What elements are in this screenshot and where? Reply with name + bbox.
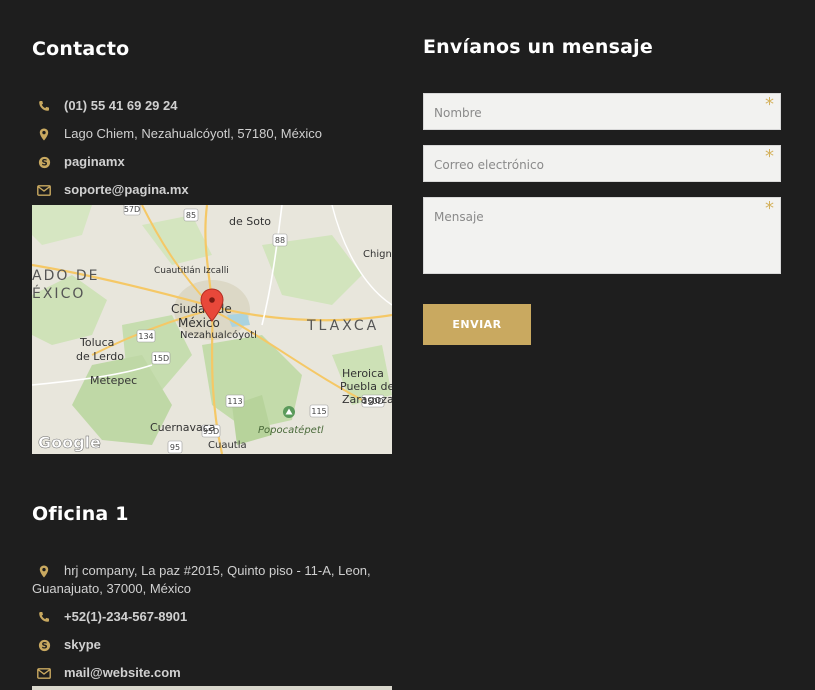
route-label: 15D bbox=[153, 354, 169, 363]
route-label: 113 bbox=[227, 397, 242, 406]
message-field[interactable]: Mensaje * bbox=[423, 197, 781, 274]
map-label-cuernavaca: Cuernavaca bbox=[150, 421, 216, 434]
office-phone[interactable]: +52(1)-234-567-8901 bbox=[64, 608, 187, 626]
contact-address: Lago Chiem, Nezahualcóyotl, 57180, Méxic… bbox=[64, 126, 322, 141]
message-placeholder: Mensaje bbox=[434, 210, 484, 224]
envelope-icon bbox=[36, 665, 52, 681]
map-label-cuautla: Cuautla bbox=[208, 440, 247, 451]
required-mark: * bbox=[765, 198, 774, 219]
office-address-row: hrj company, La paz #2015, Quinto piso -… bbox=[32, 562, 382, 598]
email-placeholder: Correo electrónico bbox=[434, 158, 544, 172]
map-label-ado: ADO DE bbox=[32, 268, 99, 284]
contact-skype[interactable]: paginamx bbox=[64, 153, 125, 171]
svg-text:S: S bbox=[41, 641, 47, 651]
office-email[interactable]: mail@website.com bbox=[64, 664, 181, 682]
route-label: 57D bbox=[124, 205, 140, 214]
map-label-puebla: Puebla de bbox=[340, 380, 392, 393]
map-marker-icon bbox=[36, 563, 52, 579]
route-label: 85 bbox=[186, 211, 196, 220]
required-mark: * bbox=[765, 94, 774, 115]
map-label-soto: de Soto bbox=[229, 215, 271, 228]
office-address: hrj company, La paz #2015, Quinto piso -… bbox=[32, 563, 371, 596]
name-placeholder: Nombre bbox=[434, 106, 482, 120]
volcano-icon bbox=[283, 406, 295, 418]
skype-icon: S bbox=[36, 637, 52, 653]
route-label: 95 bbox=[170, 443, 180, 452]
map-label-popocatepetl: Popocatépetl bbox=[258, 424, 324, 436]
contact-title: Contacto bbox=[32, 38, 130, 60]
map-label-zaragoza: Zaragoza bbox=[342, 393, 392, 406]
envelope-icon bbox=[36, 182, 52, 198]
name-field[interactable]: Nombre * bbox=[423, 93, 781, 130]
office-title: Oficina 1 bbox=[32, 503, 129, 525]
map-label-chign: Chign bbox=[363, 249, 392, 260]
map-label-metepec: Metepec bbox=[90, 374, 137, 387]
svg-text:S: S bbox=[41, 158, 47, 168]
map-marker-icon bbox=[36, 126, 52, 142]
send-button[interactable]: ENVIAR bbox=[423, 304, 531, 345]
route-label: 115 bbox=[311, 407, 326, 416]
office-map[interactable] bbox=[32, 686, 392, 690]
skype-icon: S bbox=[36, 154, 52, 170]
map-label-de-lerdo: de Lerdo bbox=[76, 350, 124, 363]
map-label-cuautitlan: Cuautitlán Izcalli bbox=[154, 266, 229, 276]
map-label-exico: ÉXICO bbox=[32, 285, 85, 302]
route-label: 88 bbox=[275, 236, 285, 245]
map-label-tlaxca: TLAXCA bbox=[306, 318, 379, 334]
location-map[interactable]: 57D 85 88 134 15D 113 95D 95 150D 115 de… bbox=[32, 205, 392, 454]
phone-icon bbox=[36, 609, 52, 625]
email-field[interactable]: Correo electrónico * bbox=[423, 145, 781, 182]
form-title: Envíanos un mensaje bbox=[423, 36, 653, 58]
google-logo[interactable]: Google bbox=[38, 433, 102, 453]
required-mark: * bbox=[765, 146, 774, 167]
office-skype[interactable]: skype bbox=[64, 636, 101, 654]
contact-phone[interactable]: (01) 55 41 69 29 24 bbox=[64, 97, 177, 115]
contact-email[interactable]: soporte@pagina.mx bbox=[64, 181, 189, 199]
map-label-toluca: Toluca bbox=[79, 336, 114, 349]
phone-icon bbox=[36, 98, 52, 114]
map-label-heroica: Heroica bbox=[342, 367, 384, 380]
map-label-nezahualcoyotl: Nezahualcóyotl bbox=[180, 329, 257, 341]
route-label: 134 bbox=[138, 332, 153, 341]
